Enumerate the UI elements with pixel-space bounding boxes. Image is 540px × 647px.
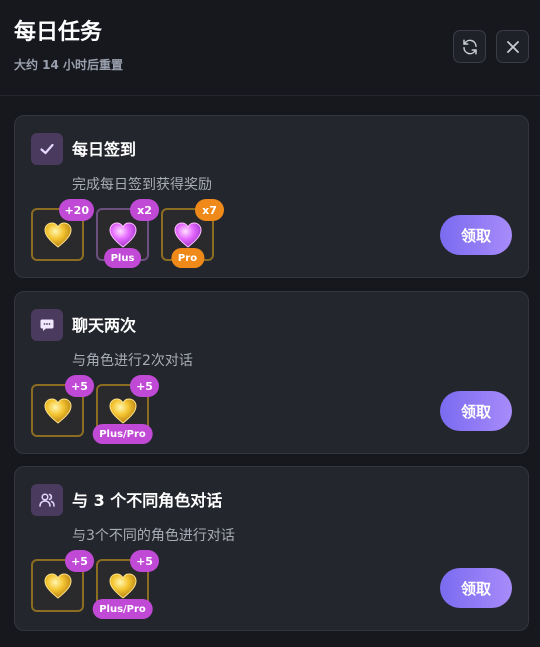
task-description: 与角色进行2次对话 [72,353,193,369]
task-name: 聊天两次 [72,316,137,335]
chat-icon [31,309,63,341]
reset-countdown: 大约 14 小时后重置 [14,58,124,72]
multiplier-badge: x2 [130,199,159,221]
gold-heart-gem-icon [108,571,138,601]
users-icon [31,484,63,516]
check-icon [31,133,63,165]
refresh-icon [462,39,477,54]
claim-button[interactable]: 领取 [440,568,512,608]
reward-gold-gem-member: +5 Plus/Pro [92,375,159,444]
reward-pro-multiplier: x7 Pro [161,199,224,268]
claim-button[interactable]: 领取 [440,391,512,431]
plus-pro-tier-tag: Plus/Pro [92,424,153,444]
task-description: 完成每日签到获得奖励 [72,177,212,193]
reward-amount-badge: +20 [59,199,94,221]
reward-gold-gem: +20 [31,199,94,261]
task-card-three-characters: 与 3 个不同角色对话 与3个不同的角色进行对话 +5 +5 Plus/Pro … [14,466,529,631]
reward-amount-badge: +5 [130,375,159,397]
gold-heart-gem-icon [108,396,138,426]
plus-pro-tier-tag: Plus/Pro [92,599,153,619]
reward-amount-badge: +5 [65,375,94,397]
multiplier-badge: x7 [195,199,224,221]
task-card-daily-checkin: 每日签到 完成每日签到获得奖励 +20 x2 Plus x7 Pro 领取 [14,115,529,278]
page-title: 每日任务 [14,20,103,45]
gold-heart-gem-icon [43,220,73,250]
reward-gold-gem-member: +5 Plus/Pro [92,550,159,619]
close-icon [506,40,519,53]
refresh-button[interactable] [453,30,486,63]
reward-plus-multiplier: x2 Plus [96,199,159,268]
gold-heart-gem-icon [43,396,73,426]
task-name: 与 3 个不同角色对话 [72,491,223,510]
reward-gold-gem: +5 [31,375,94,437]
task-description: 与3个不同的角色进行对话 [72,528,235,544]
task-name: 每日签到 [72,140,137,159]
header: 每日任务 大约 14 小时后重置 [0,0,540,96]
reward-amount-badge: +5 [130,550,159,572]
claim-button[interactable]: 领取 [440,215,512,255]
close-button[interactable] [496,30,529,63]
plus-tier-tag: Plus [103,248,142,268]
task-card-chat-twice: 聊天两次 与角色进行2次对话 +5 +5 Plus/Pro 领取 [14,291,529,454]
pink-heart-gem-icon [108,220,138,250]
gold-heart-gem-icon [43,571,73,601]
pro-tier-tag: Pro [170,248,205,268]
pink-heart-gem-icon [173,220,203,250]
reward-amount-badge: +5 [65,550,94,572]
reward-gold-gem: +5 [31,550,94,612]
